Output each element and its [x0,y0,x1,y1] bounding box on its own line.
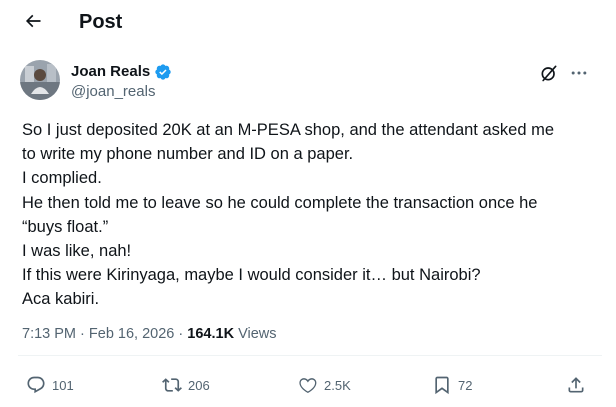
bookmark-icon [435,376,449,395]
back-arrow-icon [25,14,41,28]
bookmark-count: 72 [458,377,473,393]
divider [18,355,602,356]
post-line: I complied. [22,169,102,188]
heart-icon [299,378,317,394]
views-count: 164.1K [187,326,235,342]
post-meta: 7:13 PM · Feb 16, 2026 · 164.1K Views [22,325,277,343]
back-button[interactable] [18,6,48,36]
post-line: Aca kabiri. [22,290,100,309]
post-line: to write my phone number and ID on a pap… [22,145,354,164]
post-text: So I just deposited 20K at an M-PESA sho… [22,118,602,312]
post-line: “buys float.” [22,217,109,236]
page-title: Post [79,11,123,33]
reply-count: 101 [52,377,74,393]
author-name[interactable]: Joan Reals [71,62,172,81]
reply-icon [27,376,45,394]
meta-separator: · [80,326,85,342]
verified-badge-icon [155,63,171,80]
repost-count: 206 [188,377,210,393]
grok-button[interactable] [537,61,561,85]
post-line: So I just deposited 20K at an M-PESA sho… [22,121,555,139]
repost-icon [162,378,182,392]
avatar[interactable] [20,60,60,100]
more-options-button[interactable] [566,61,592,85]
post-line: I was like, nah! [22,242,132,261]
repost-button[interactable]: 206 [162,374,210,396]
views-label: Views [238,326,277,342]
avatar-image [20,60,60,100]
post-line: He then told me to leave so he could com… [22,193,538,212]
author-handle[interactable]: @joan_reals [71,82,155,101]
meta-separator: · [178,326,184,342]
top-bar: Post [0,0,616,44]
post-date[interactable]: Feb 16, 2026 [89,326,174,342]
bookmark-button[interactable]: 72 [432,374,472,396]
grok-icon [541,65,557,82]
like-button[interactable]: 2.5K [298,374,351,396]
share-icon [568,377,584,393]
post-line: If this were Kirinyaga, maybe I would co… [22,266,481,285]
author-name-text: Joan Reals [71,63,151,80]
post-time[interactable]: 7:13 PM [22,326,76,342]
more-horizontal-icon [571,71,587,75]
like-count: 2.5K [324,377,351,393]
reply-button[interactable]: 101 [26,374,74,396]
share-button[interactable] [566,374,586,396]
